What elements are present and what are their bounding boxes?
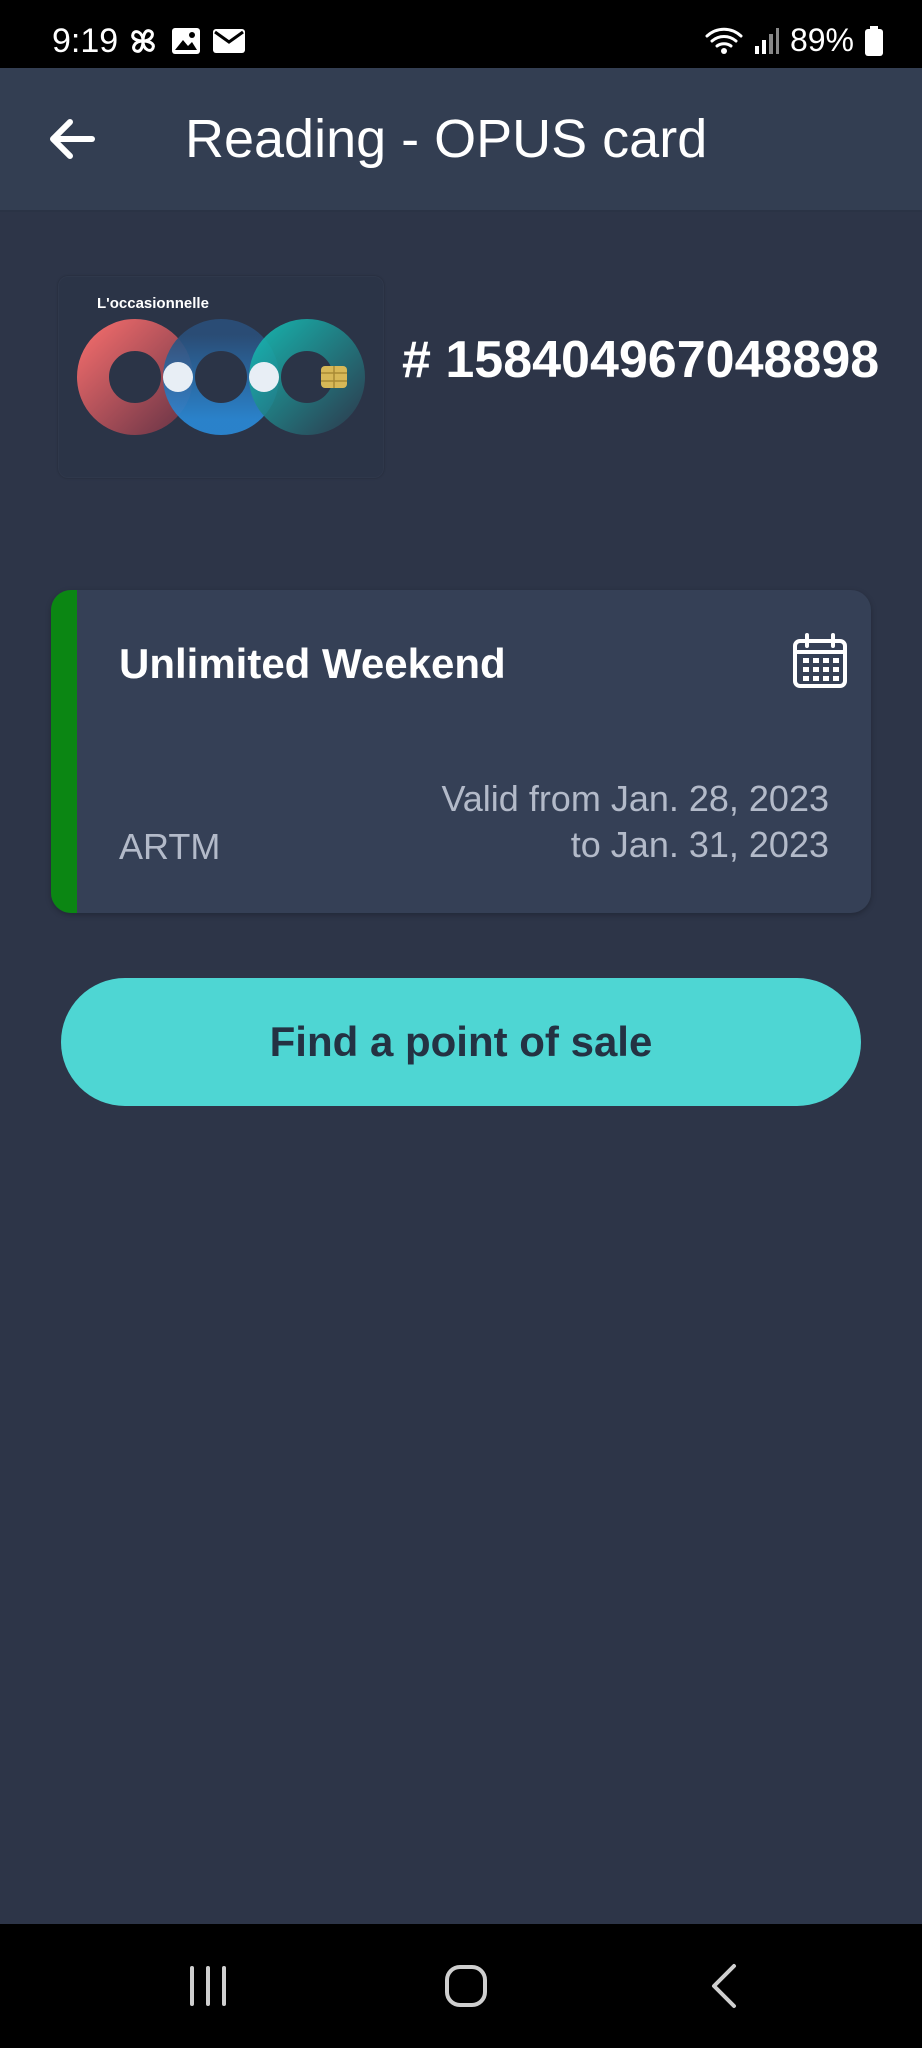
status-icons-left bbox=[126, 24, 246, 58]
card-product-name: L'occasionnelle bbox=[97, 295, 209, 312]
home-icon bbox=[445, 1965, 487, 2007]
find-point-of-sale-button[interactable]: Find a point of sale bbox=[61, 978, 861, 1106]
battery-percent: 89% bbox=[789, 22, 854, 58]
fare-operator: ARTM bbox=[119, 826, 221, 867]
app-bar: Reading - OPUS card bbox=[0, 68, 922, 212]
valid-from: Valid from Jan. 28, 2023 bbox=[441, 778, 829, 819]
wifi-icon bbox=[705, 27, 743, 54]
system-nav-bar bbox=[0, 1924, 922, 2048]
fare-validity: Valid from Jan. 28, 2023 to Jan. 31, 202… bbox=[441, 776, 829, 868]
card-number: # 158404967048898 bbox=[402, 331, 880, 389]
find-point-of-sale-label: Find a point of sale bbox=[269, 1018, 653, 1065]
mail-icon bbox=[213, 29, 245, 53]
gallery-icon bbox=[172, 28, 200, 54]
page-title: Reading - OPUS card bbox=[185, 109, 708, 169]
opus-card-image: L'occasionnelle bbox=[58, 276, 384, 478]
system-back-button[interactable] bbox=[694, 1954, 758, 2018]
fare-status-stripe bbox=[51, 590, 77, 913]
status-icons-right: 89% bbox=[704, 22, 884, 59]
fare-card[interactable]: Unlimited Weekend ARTM Valid from Jan. 2… bbox=[51, 590, 871, 913]
back-icon bbox=[712, 1964, 736, 2008]
fare-title: Unlimited Weekend bbox=[119, 640, 506, 687]
recent-apps-button[interactable] bbox=[176, 1954, 240, 2018]
pinwheel-icon bbox=[131, 29, 155, 53]
status-time: 9:19 bbox=[52, 22, 119, 60]
home-button[interactable] bbox=[434, 1954, 498, 2018]
signal-icon bbox=[754, 27, 779, 54]
recent-apps-icon bbox=[190, 1966, 226, 2006]
back-button[interactable] bbox=[42, 108, 104, 170]
valid-to: to Jan. 31, 2023 bbox=[570, 824, 829, 865]
arrow-left-icon bbox=[50, 119, 95, 159]
calendar-icon bbox=[793, 633, 847, 688]
battery-icon bbox=[865, 25, 883, 56]
status-bar: 9:19 89% bbox=[0, 0, 922, 68]
